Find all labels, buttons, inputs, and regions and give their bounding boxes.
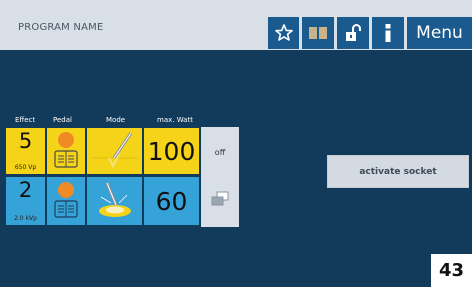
- pedal-icon: [54, 182, 78, 218]
- effect-value-2: 2: [18, 178, 33, 202]
- lock-button[interactable]: [337, 17, 369, 49]
- header-bar: PROGRAM NAME Menu: [0, 0, 472, 50]
- page-number: 43: [431, 254, 472, 287]
- watt-cell-2[interactable]: 60: [144, 177, 199, 225]
- activate-socket-button[interactable]: activate socket: [327, 155, 469, 188]
- column-label-pedal: Pedal: [53, 116, 72, 124]
- column-label-mode: Mode: [106, 116, 126, 124]
- effect-sub-1: 650 Vp: [14, 164, 37, 171]
- program-name: PROGRAM NAME: [18, 22, 104, 33]
- off-button[interactable]: off: [201, 148, 239, 157]
- book-icon: [309, 27, 327, 39]
- effect-cell-1[interactable]: 5 650 Vp: [6, 128, 45, 174]
- mode-cell-2[interactable]: [87, 177, 142, 225]
- mode-cell-1[interactable]: [87, 128, 142, 174]
- column-label-effect: Effect: [15, 116, 36, 124]
- effect-cell-2[interactable]: 2 2.0 kVp: [6, 177, 45, 225]
- menu-button[interactable]: Menu: [407, 17, 472, 49]
- window-switch-icon[interactable]: [210, 191, 230, 207]
- watt-value-2: 60: [155, 186, 188, 216]
- device-screen: PROGRAM NAME Menu Effect Pedal Mode max.…: [0, 0, 472, 287]
- cut-mode-icon: [91, 132, 138, 169]
- unlock-icon: [346, 24, 361, 41]
- side-panel: off: [201, 127, 239, 227]
- info-button[interactable]: [372, 17, 404, 49]
- pedal-cell-2[interactable]: [47, 177, 85, 225]
- favorite-button[interactable]: [268, 17, 299, 49]
- watt-value-1: 100: [147, 136, 196, 166]
- coag-mode-icon: [99, 182, 131, 217]
- effect-value-1: 5: [18, 129, 33, 153]
- pedal-icon: [54, 132, 78, 168]
- column-label-max-watt: max. Watt: [157, 116, 193, 124]
- effect-sub-2: 2.0 kVp: [14, 215, 37, 222]
- info-icon: [385, 24, 391, 42]
- watt-cell-1[interactable]: 100: [144, 128, 199, 174]
- star-icon: [274, 24, 293, 41]
- pedal-cell-1[interactable]: [47, 128, 85, 174]
- manual-button[interactable]: [302, 17, 334, 49]
